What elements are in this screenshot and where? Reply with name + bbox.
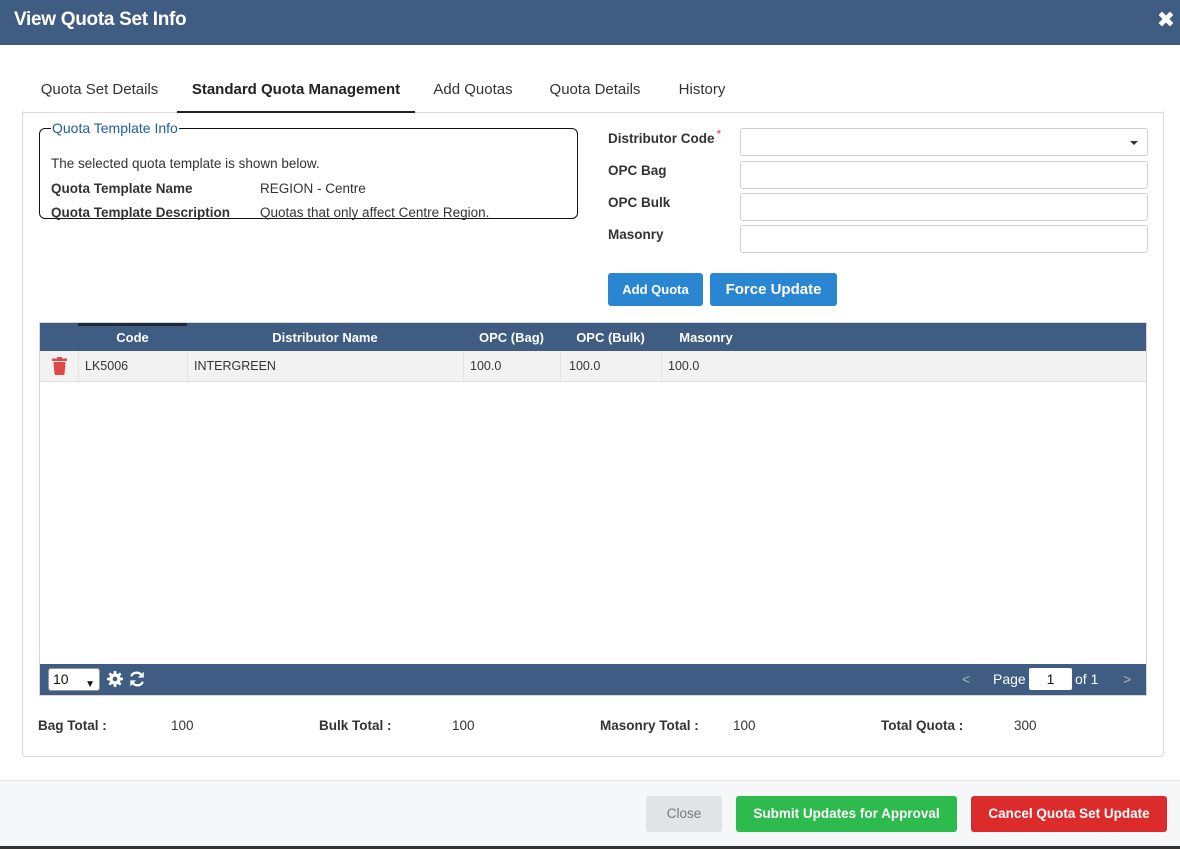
total-quota-value: 300 — [1014, 718, 1037, 733]
masonry-label: Masonry — [608, 227, 664, 242]
masonry-total-value: 100 — [733, 718, 756, 733]
required-marker: * — [716, 127, 722, 141]
bulk-total-value: 100 — [452, 718, 475, 733]
refresh-icon[interactable] — [128, 670, 146, 688]
page-label: Page — [993, 671, 1026, 687]
opc-bulk-label: OPC Bulk — [608, 195, 671, 210]
cell-opc-bulk: 100.0 — [569, 359, 601, 373]
tab-standard-quota-management[interactable]: Standard Quota Management — [177, 68, 415, 113]
close-button[interactable]: Close — [646, 796, 722, 832]
page-number-input[interactable]: 1 — [1029, 668, 1072, 690]
cell-distributor-name: INTERGREEN — [194, 359, 276, 373]
page-count: of 1 — [1075, 671, 1099, 687]
column-header-masonry[interactable]: Masonry — [661, 323, 751, 351]
tab-history[interactable]: History — [659, 68, 745, 113]
submit-updates-button[interactable]: Submit Updates for Approval — [736, 796, 957, 832]
column-separator — [560, 351, 561, 382]
trash-icon[interactable] — [52, 357, 67, 375]
template-description-text: The selected quota template is shown bel… — [51, 156, 320, 171]
add-quota-button[interactable]: Add Quota — [608, 273, 703, 306]
cell-code: LK5006 — [85, 359, 129, 373]
tab-quota-set-details[interactable]: Quota Set Details — [22, 68, 177, 113]
opc-bag-label: OPC Bag — [608, 163, 667, 178]
chevron-down-icon: ▼ — [85, 679, 95, 690]
grid-pager: 10 ▼ < Page 1 of 1 > — [40, 664, 1146, 695]
template-desc-value: Quotas that only affect Centre Region. — [260, 205, 490, 220]
column-separator — [661, 351, 662, 382]
column-separator — [78, 351, 79, 382]
tab-add-quotas[interactable]: Add Quotas — [415, 68, 531, 113]
cell-masonry: 100.0 — [668, 359, 700, 373]
masonry-input[interactable] — [740, 225, 1148, 253]
template-desc-label: Quota Template Description — [51, 205, 231, 220]
tab-quota-details[interactable]: Quota Details — [531, 68, 659, 113]
force-update-button[interactable]: Force Update — [710, 273, 837, 306]
template-name-value: REGION - Centre — [260, 181, 366, 196]
column-separator — [187, 351, 188, 382]
prev-page-button[interactable]: < — [962, 664, 970, 695]
total-quota-label: Total Quota : — [881, 718, 964, 733]
template-name-label: Quota Template Name — [51, 181, 193, 196]
column-separator — [463, 351, 464, 382]
quota-template-info: Quota Template Info The selected quota t… — [39, 120, 578, 220]
close-icon[interactable]: ✖ — [1154, 6, 1178, 34]
distributor-code-label-text: Distributor Code — [608, 131, 715, 146]
bulk-total-label: Bulk Total : — [319, 718, 392, 733]
bag-total-label: Bag Total : — [38, 718, 107, 733]
column-header-distributor-name[interactable]: Distributor Name — [187, 323, 463, 351]
dialog-title: View Quota Set Info — [14, 9, 187, 30]
column-header-opc-bag[interactable]: OPC (Bag) — [463, 323, 560, 351]
quota-template-legend: Quota Template Info — [52, 120, 178, 136]
table-row[interactable]: LK5006 INTERGREEN 100.0 100.0 100.0 — [40, 351, 1146, 382]
cancel-quota-set-update-button[interactable]: Cancel Quota Set Update — [971, 796, 1167, 832]
caret-down-icon — [1130, 141, 1138, 145]
column-header-code[interactable]: Code — [78, 323, 187, 351]
title-bar: View Quota Set Info ✖ — [0, 0, 1180, 45]
tab-bar: Quota Set Details Standard Quota Managem… — [22, 68, 1164, 113]
gear-icon[interactable] — [106, 670, 124, 688]
next-page-button[interactable]: > — [1123, 664, 1131, 695]
quota-grid: Code Distributor Name OPC (Bag) OPC (Bul… — [39, 322, 1147, 696]
cell-opc-bag: 100.0 — [470, 359, 502, 373]
opc-bulk-input[interactable] — [740, 193, 1148, 221]
page-size-select[interactable]: 10 ▼ — [48, 668, 100, 691]
masonry-total-label: Masonry Total : — [600, 718, 699, 733]
distributor-code-select[interactable] — [740, 128, 1148, 156]
opc-bag-input[interactable] — [740, 161, 1148, 189]
page-size-value: 10 — [53, 671, 69, 687]
grid-header: Code Distributor Name OPC (Bag) OPC (Bul… — [40, 323, 1146, 351]
bag-total-value: 100 — [171, 718, 194, 733]
column-header-opc-bulk[interactable]: OPC (Bulk) — [560, 323, 661, 351]
distributor-code-label: Distributor Code * — [608, 127, 721, 146]
